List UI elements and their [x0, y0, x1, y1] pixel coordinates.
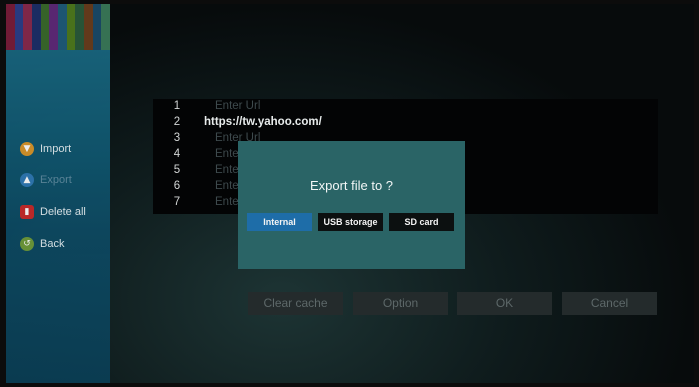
url-row-number: 5 [173, 164, 181, 176]
url-row-number: 7 [173, 196, 181, 208]
screen: ▼ Import ▲ Export ▮ Delete all ↺ Back 1 … [6, 4, 694, 383]
sidebar: ▼ Import ▲ Export ▮ Delete all ↺ Back [6, 4, 111, 383]
sidebar-item-label: Back [40, 238, 65, 250]
sidebar-item-label: Delete all [40, 206, 86, 218]
option-internal-button[interactable]: Internal [247, 213, 312, 231]
clear-cache-button[interactable]: Clear cache [248, 292, 343, 315]
url-row[interactable]: 2 https://tw.yahoo.com/ [153, 116, 658, 130]
back-arrow-icon: ↺ [20, 237, 34, 251]
export-dialog: Export file to ? Internal USB storage SD… [238, 141, 465, 269]
url-row-number: 6 [173, 180, 181, 192]
url-row-value: Enter Url [215, 100, 261, 112]
screen-frame: ▼ Import ▲ Export ▮ Delete all ↺ Back 1 … [0, 0, 699, 387]
color-stripes-banner [6, 4, 111, 50]
url-row-number: 4 [173, 148, 181, 160]
url-row-number: 3 [173, 132, 181, 144]
sidebar-item-export[interactable]: ▲ Export [20, 171, 72, 189]
option-sd-card-button[interactable]: SD card [389, 213, 454, 231]
option-button[interactable]: Option [353, 292, 448, 315]
sidebar-item-back[interactable]: ↺ Back [20, 235, 64, 253]
url-row-number: 1 [173, 100, 181, 112]
sidebar-item-label: Export [40, 174, 72, 186]
sidebar-item-label: Import [40, 143, 72, 155]
sidebar-item-import[interactable]: ▼ Import [20, 140, 71, 158]
option-usb-storage-button[interactable]: USB storage [318, 213, 383, 231]
upload-circle-icon: ▲ [20, 173, 34, 187]
url-row-value: https://tw.yahoo.com/ [204, 116, 322, 128]
dialog-title: Export file to ? [309, 178, 394, 193]
ok-button[interactable]: OK [457, 292, 552, 315]
download-circle-icon: ▼ [20, 142, 34, 156]
sidebar-item-delete-all[interactable]: ▮ Delete all [20, 203, 86, 221]
cancel-button[interactable]: Cancel [562, 292, 657, 315]
url-row[interactable]: 1 Enter Url [153, 100, 658, 114]
url-row-number: 2 [173, 116, 181, 128]
trash-icon: ▮ [20, 205, 34, 219]
